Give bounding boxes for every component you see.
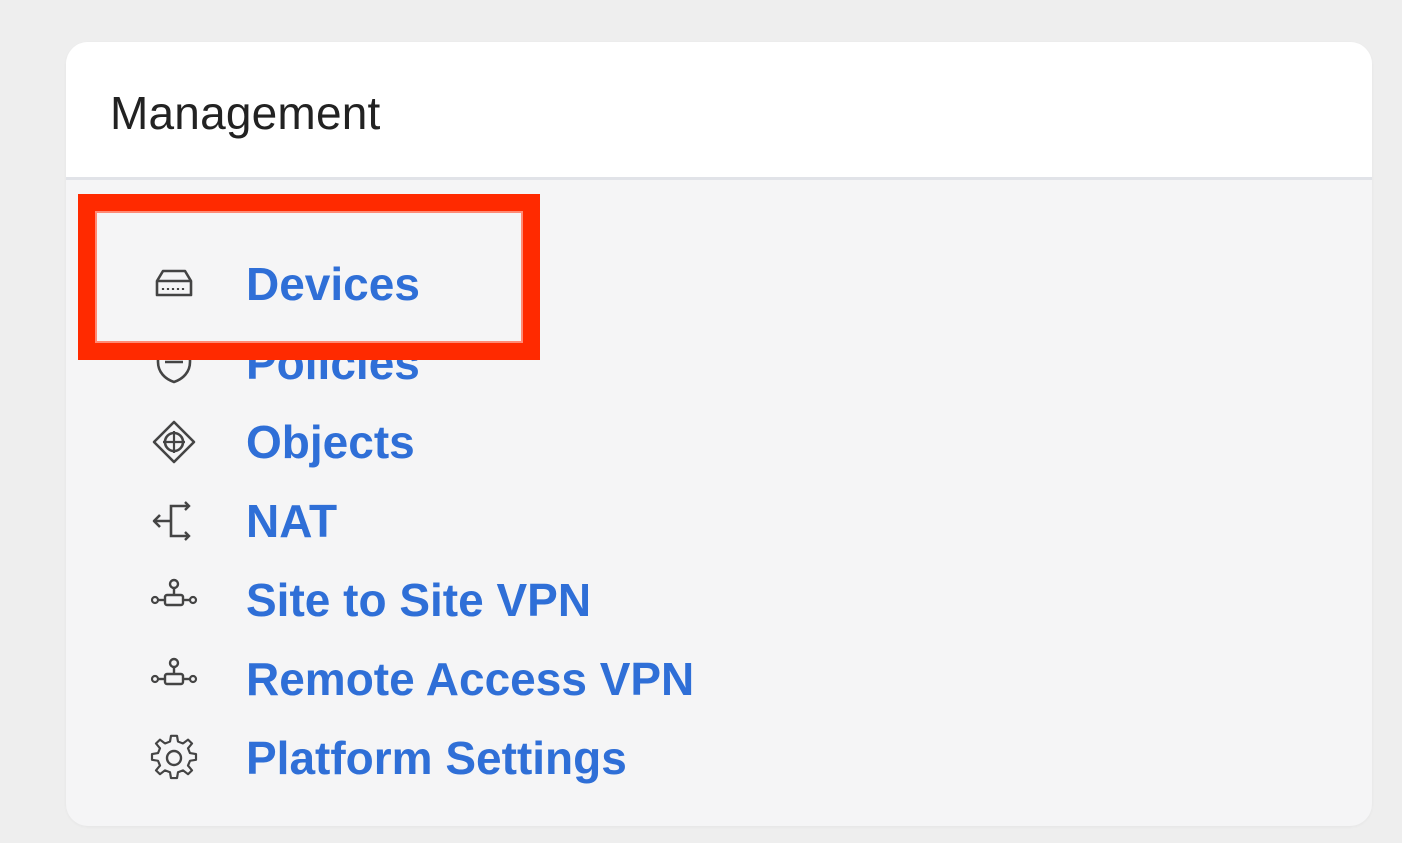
vpn-network-icon [146, 651, 202, 707]
objects-icon [146, 414, 202, 470]
menu-item-remote-access-vpn[interactable]: Remote Access VPN [146, 649, 694, 709]
card-header: Management [66, 42, 1372, 180]
menu-item-label: Remote Access VPN [246, 653, 695, 705]
nat-icon [146, 493, 202, 549]
menu-item-label: Devices [246, 258, 420, 310]
menu-item-label: Platform Settings [246, 732, 627, 784]
menu-item-label: NAT [246, 495, 338, 547]
menu-item-label: Policies [246, 337, 420, 389]
menu-item-nat[interactable]: NAT [146, 491, 337, 551]
management-card: Management Devices Policies Objects NAT … [66, 42, 1372, 826]
shield-icon [146, 335, 202, 391]
menu-item-devices[interactable]: Devices [146, 254, 420, 314]
vpn-network-icon [146, 572, 202, 628]
menu-item-platform-settings[interactable]: Platform Settings [146, 728, 627, 788]
menu-item-policies[interactable]: Policies [146, 333, 420, 393]
device-icon [146, 256, 202, 312]
gear-icon [146, 730, 202, 786]
menu-item-objects[interactable]: Objects [146, 412, 415, 472]
menu-item-label: Objects [246, 416, 415, 468]
menu-item-label: Site to Site VPN [246, 574, 592, 626]
card-title: Management [110, 87, 381, 139]
menu-item-site-to-site-vpn[interactable]: Site to Site VPN [146, 570, 591, 630]
